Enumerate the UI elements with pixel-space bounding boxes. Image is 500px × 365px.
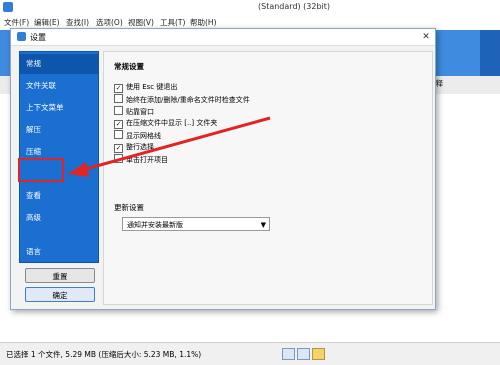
checkbox[interactable] <box>114 106 123 115</box>
folder-icon[interactable] <box>312 348 325 360</box>
nav-item-view[interactable]: 查看 <box>20 186 98 206</box>
option-check-files[interactable]: 始终在添加/删除/重命名文件时检查文件 <box>114 94 250 105</box>
reset-button[interactable]: 重置 <box>25 268 95 283</box>
window-title: (Standard) (32bit) <box>258 2 331 11</box>
highlight-box <box>18 158 64 182</box>
nav-item-file-association[interactable]: 文件关联 <box>20 76 98 96</box>
ok-button[interactable]: 确定 <box>25 287 95 302</box>
option-esc-exit[interactable]: ✓ 使用 Esc 键退出 <box>114 82 177 93</box>
nav-item-context-menu[interactable]: 上下文菜单 <box>20 98 98 118</box>
menu-find[interactable]: 查找(I) <box>66 17 89 28</box>
status-bar: 已选择 1 个文件, 5.29 MB (压缩后大小: 5.23 MB, 1.1%… <box>0 342 500 365</box>
menu-view[interactable]: 视图(V) <box>128 17 154 28</box>
nav-item-advanced[interactable]: 高级 <box>20 208 98 228</box>
menu-tools[interactable]: 工具(T) <box>160 17 185 28</box>
option-snap-window[interactable]: 贴靠窗口 <box>114 106 154 117</box>
general-settings-heading: 常规设置 <box>114 62 144 71</box>
chevron-down-icon: ▼ <box>260 221 266 229</box>
status-text: 已选择 1 个文件, 5.29 MB (压缩后大小: 5.23 MB, 1.1%… <box>6 350 202 359</box>
update-settings-heading: 更新设置 <box>114 203 144 212</box>
details-view-icon[interactable] <box>282 348 295 360</box>
view-mode-icons <box>282 348 327 362</box>
nav-item-general[interactable]: 常规 <box>20 54 98 74</box>
option-show-parent-folder[interactable]: ✓ 在压缩文件中显示 [..] 文件夹 <box>114 118 217 129</box>
window-title-bar: (Standard) (32bit) <box>0 0 500 15</box>
menu-file[interactable]: 文件(F) <box>4 17 29 28</box>
option-single-click-open[interactable]: 单击打开项目 <box>114 154 168 165</box>
menu-options[interactable]: 选项(O) <box>96 17 123 28</box>
option-full-row-select[interactable]: ✓ 整行选择 <box>114 142 154 153</box>
option-show-gridlines[interactable]: 显示网格线 <box>114 130 161 141</box>
settings-icon <box>17 32 26 41</box>
nav-item-language[interactable]: 语言 <box>20 242 98 262</box>
update-mode-select[interactable]: 通知并安装最新版 ▼ <box>122 217 270 231</box>
checkbox[interactable]: ✓ <box>114 84 123 93</box>
list-view-icon[interactable] <box>297 348 310 360</box>
checkbox[interactable]: ✓ <box>114 144 123 153</box>
dialog-title-bar: 设置 ✕ <box>11 29 435 46</box>
settings-nav: 常规 文件关联 上下文菜单 解压 压缩 查看 高级 语言 <box>19 51 99 263</box>
toolbar-edge <box>480 30 500 76</box>
app-icon <box>3 2 13 12</box>
checkbox[interactable]: ✓ <box>114 120 123 129</box>
checkbox[interactable] <box>114 94 123 103</box>
menu-help[interactable]: 帮助(H) <box>190 17 217 28</box>
dialog-title: 设置 <box>30 33 46 42</box>
nav-item-extract[interactable]: 解压 <box>20 120 98 140</box>
menu-edit[interactable]: 编辑(E) <box>34 17 60 28</box>
close-button[interactable]: ✕ <box>419 30 433 44</box>
settings-content: 常规设置 ✓ 使用 Esc 键退出 始终在添加/删除/重命名文件时检查文件 贴靠窗… <box>103 51 433 305</box>
checkbox[interactable] <box>114 154 123 163</box>
checkbox[interactable] <box>114 130 123 139</box>
settings-dialog: 设置 ✕ 常规 文件关联 上下文菜单 解压 压缩 查看 高级 语言 重置 确定 … <box>10 28 436 310</box>
